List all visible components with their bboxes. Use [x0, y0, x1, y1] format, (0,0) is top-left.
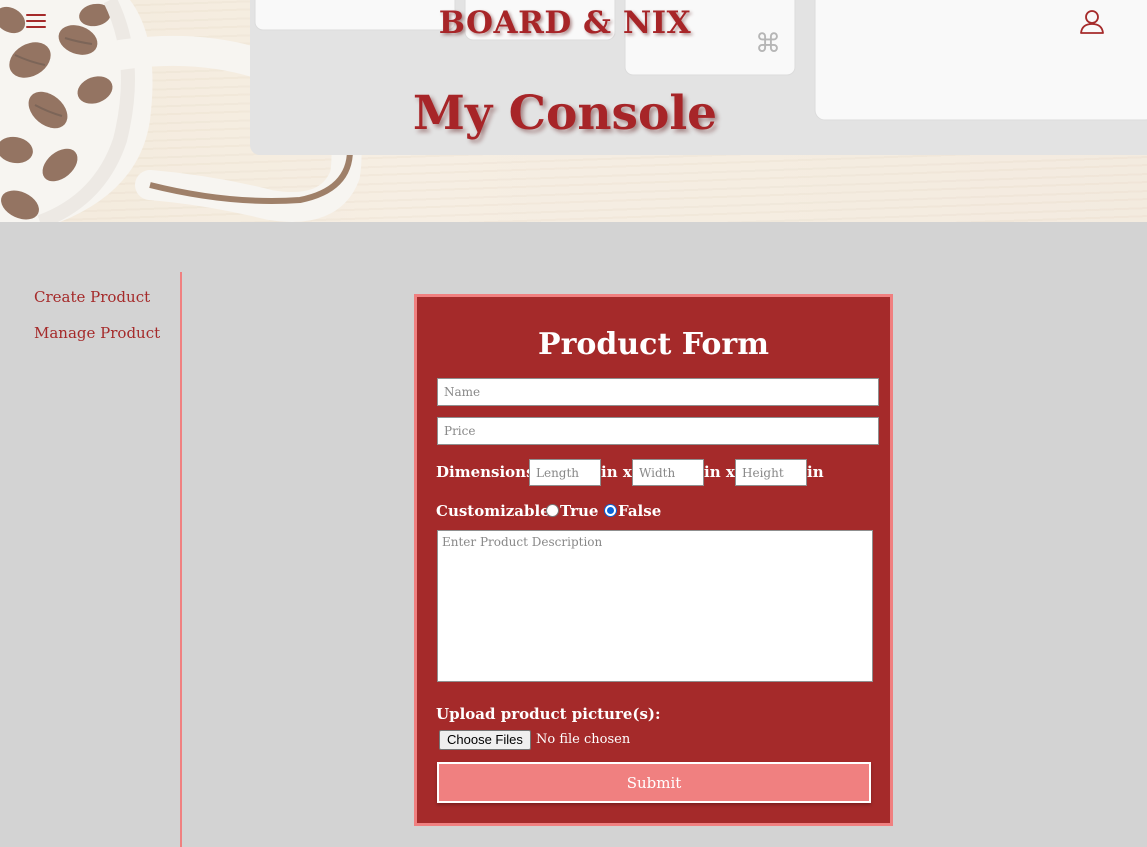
height-unit: in	[807, 463, 824, 481]
description-textarea[interactable]	[437, 530, 873, 682]
form-title: Product Form	[538, 327, 769, 362]
file-status: No file chosen	[536, 732, 631, 747]
customizable-label: Customizable:	[436, 502, 556, 520]
sidebar-item-create-product[interactable]: Create Product	[34, 288, 150, 306]
height-input[interactable]	[735, 459, 807, 486]
user-icon[interactable]	[1079, 9, 1105, 35]
brand-logo[interactable]: BOARD & NIX	[0, 5, 1130, 41]
hero-banner: ⌘ BOARD & NIX My Console	[0, 0, 1147, 222]
product-form: Product Form Dimensions: in x in x in Cu…	[414, 294, 893, 826]
length-input[interactable]	[529, 459, 601, 486]
customizable-false-radio[interactable]	[604, 504, 617, 517]
width-unit: in x	[704, 463, 735, 481]
sidebar: Create Product Manage Product	[0, 272, 182, 847]
customizable-false-label[interactable]: False	[618, 502, 661, 520]
customizable-true-radio[interactable]	[546, 504, 559, 517]
length-unit: in x	[601, 463, 632, 481]
choose-files-button[interactable]: Choose Files	[439, 730, 531, 750]
sidebar-item-manage-product[interactable]: Manage Product	[34, 324, 160, 342]
page-title: My Console	[412, 86, 718, 141]
upload-label: Upload product picture(s):	[436, 705, 661, 723]
name-input[interactable]	[437, 378, 879, 406]
submit-button[interactable]: Submit	[437, 762, 871, 803]
price-input[interactable]	[437, 417, 879, 445]
dimensions-label: Dimensions:	[436, 463, 541, 481]
customizable-true-label[interactable]: True	[560, 502, 598, 520]
width-input[interactable]	[632, 459, 704, 486]
